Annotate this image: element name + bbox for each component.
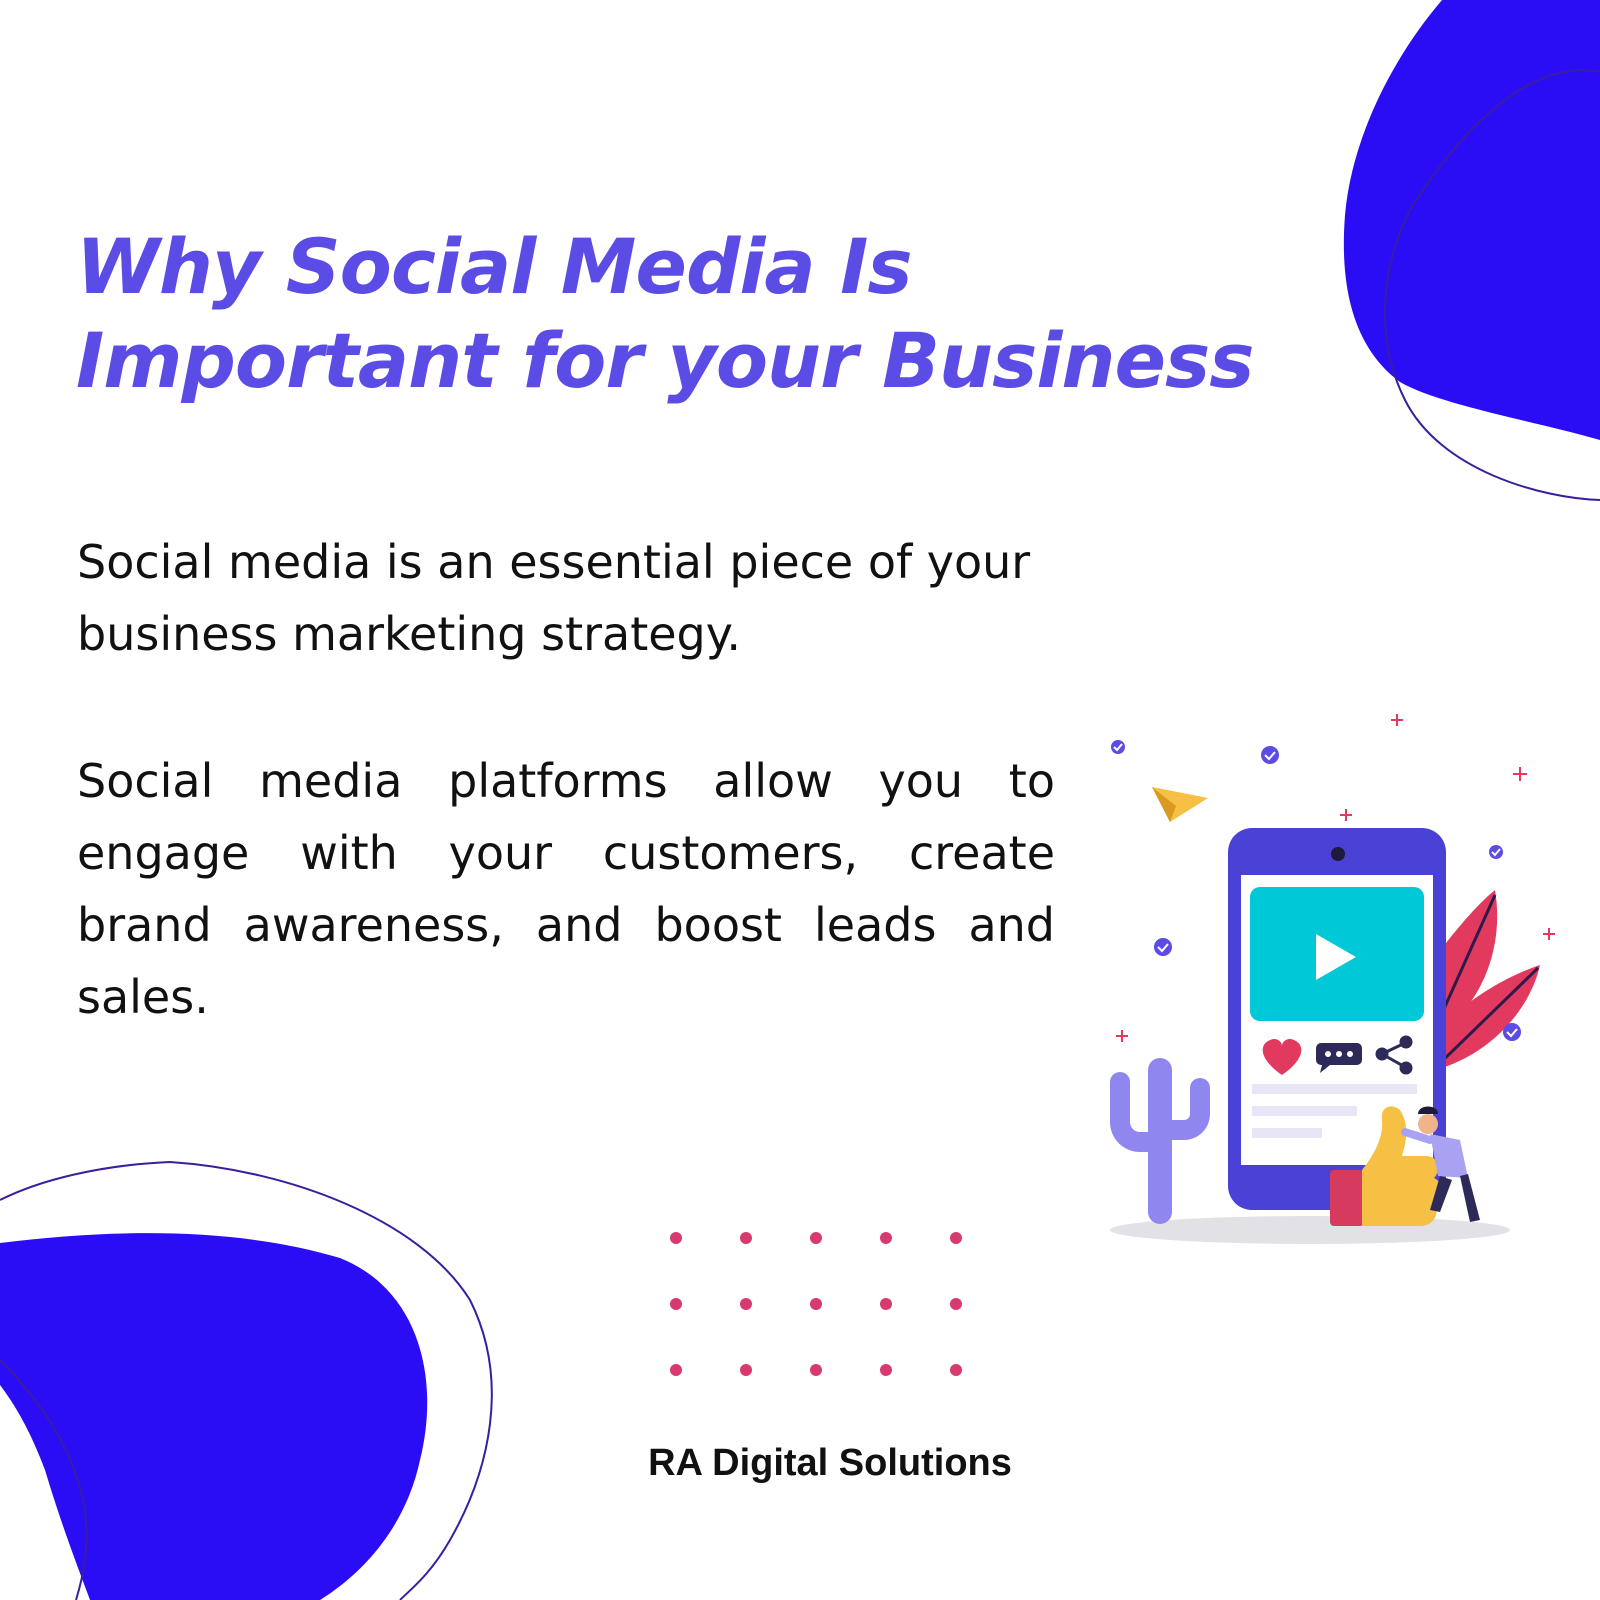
dot [880, 1232, 892, 1244]
benefits-paragraph: Social media platforms allow you to enga… [77, 754, 1055, 1024]
dot [950, 1364, 962, 1376]
top-right-blob [1343, 0, 1600, 440]
dot [880, 1298, 892, 1310]
dot [740, 1364, 752, 1376]
dot [880, 1364, 892, 1376]
dot [810, 1298, 822, 1310]
dot [810, 1364, 822, 1376]
dot [950, 1232, 962, 1244]
ground-shadow [1110, 1216, 1510, 1244]
page-title: Why Social Media Is Important for your B… [76, 220, 1336, 408]
title-line-2: Important for your Business [76, 316, 1255, 405]
dot [670, 1232, 682, 1244]
cactus-icon [1110, 1058, 1210, 1224]
dot [950, 1298, 962, 1310]
brand-name: RA Digital Solutions [648, 1442, 1012, 1484]
social-media-illustration [1110, 714, 1555, 1244]
intro-paragraph: Social media is an essential piece of yo… [77, 535, 1031, 661]
dot [670, 1298, 682, 1310]
dot [740, 1232, 752, 1244]
dot [670, 1364, 682, 1376]
phone-icon [1228, 828, 1446, 1210]
dot [810, 1232, 822, 1244]
dot-grid [670, 1232, 990, 1382]
paper-plane-icon [1152, 787, 1208, 822]
title-line-1: Why Social Media Is [76, 222, 913, 311]
dot [740, 1298, 752, 1310]
bottom-left-blob [0, 1233, 428, 1600]
